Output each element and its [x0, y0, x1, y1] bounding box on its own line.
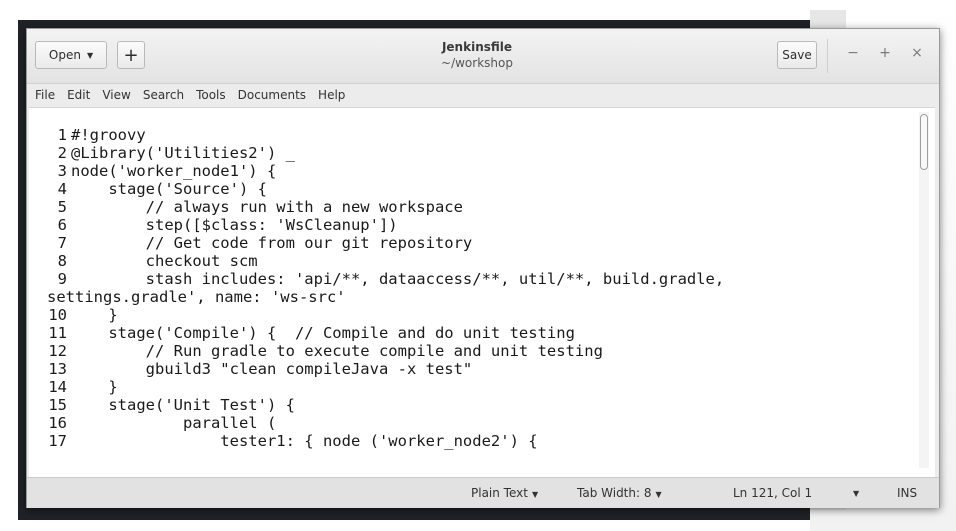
line-text: } — [71, 306, 118, 324]
chevron-down-icon: ▼ — [531, 490, 539, 499]
code-line: 10 } — [33, 306, 913, 324]
line-number: 10 — [48, 306, 67, 324]
window-title: Jenkinsfile ~/workshop — [327, 39, 627, 71]
line-number: 3 — [57, 162, 67, 180]
line-number: 4 — [57, 180, 67, 198]
line-text: tester1: { node ('worker_node2') { — [71, 432, 538, 450]
maximize-icon[interactable]: + — [875, 45, 895, 61]
document-title: Jenkinsfile — [441, 40, 513, 54]
scrollbar-thumb[interactable] — [920, 114, 928, 170]
line-text: parallel ( — [71, 414, 277, 432]
code-line: 14 } — [33, 378, 913, 396]
line-number: 11 — [48, 324, 67, 342]
text-editor[interactable]: 1 #!groovy 2 @Library('Utilities2') _ 3 node(… — [29, 107, 935, 478]
line-text: // Run gradle to execute compile and uni… — [71, 342, 603, 360]
line-text: settings.gradle', name: 'ws-src' — [47, 288, 346, 306]
line-text: gbuild3 "clean compileJava -x test" — [71, 360, 473, 378]
save-button[interactable]: Save — [777, 41, 817, 69]
gedit-window: Open ▼ + Jenkinsfile ~/workshop Save − +… — [26, 28, 940, 508]
line-text: checkout scm — [71, 252, 258, 270]
line-number: 2 — [57, 144, 67, 162]
open-button[interactable]: Open ▼ — [35, 41, 107, 69]
close-icon[interactable]: × — [907, 45, 927, 61]
line-number: 16 — [48, 414, 67, 432]
line-number: 1 — [57, 126, 67, 144]
line-text: // Get code from our git repository — [71, 234, 473, 252]
code-line: 2 @Library('Utilities2') _ — [33, 144, 913, 162]
tab-width-label: Tab Width: 8 — [577, 486, 652, 500]
line-number: 13 — [48, 360, 67, 378]
code-line: 16 parallel ( — [33, 414, 913, 432]
line-number: 17 — [48, 432, 67, 450]
menu-tools[interactable]: Tools — [196, 88, 226, 102]
menu-bar: File Edit View Search Tools Documents He… — [27, 84, 939, 106]
code-line: 11 stage('Compile') { // Compile and do … — [33, 324, 913, 342]
minimize-icon[interactable]: − — [843, 45, 863, 61]
cursor-position: Ln 121, Col 1 — [733, 486, 813, 500]
line-text: // always run with a new workspace — [71, 198, 463, 216]
chevron-down-icon: ▼ — [655, 490, 662, 499]
line-text: stage('Unit Test') { — [71, 396, 295, 414]
code-line: 6 step([$class: 'WsCleanup']) — [33, 216, 913, 234]
line-number: 8 — [57, 252, 67, 270]
line-text: } — [71, 378, 118, 396]
code-line: 9 stash includes: 'api/**, dataaccess/**… — [33, 270, 913, 288]
status-bar: Plain Text ▼ Tab Width: 8 ▼ Ln 121, Col 1 … — [27, 477, 939, 508]
titlebar-separator — [827, 39, 828, 73]
code-line: 13 gbuild3 "clean compileJava -x test" — [33, 360, 913, 378]
document-path: ~/workshop — [441, 56, 513, 70]
code-line: 12 // Run gradle to execute compile and … — [33, 342, 913, 360]
line-text: stage('Compile') { // Compile and do uni… — [71, 324, 575, 342]
menu-help[interactable]: Help — [318, 88, 345, 102]
code-view[interactable]: 1 #!groovy 2 @Library('Utilities2') _ 3 node(… — [33, 108, 913, 478]
line-text: step([$class: 'WsCleanup']) — [71, 216, 398, 234]
code-line: 3 node('worker_node1') { — [33, 162, 913, 180]
save-label: Save — [782, 48, 812, 62]
line-number: 7 — [57, 234, 67, 252]
line-number: 9 — [57, 270, 67, 288]
line-text: stage('Source') { — [71, 180, 267, 198]
vertical-scrollbar[interactable] — [919, 112, 929, 468]
code-line: 1 #!groovy — [33, 126, 913, 144]
code-line-wrapped: settings.gradle', name: 'ws-src' — [33, 288, 913, 306]
code-line: 7 // Get code from our git repository — [33, 234, 913, 252]
line-text: stash includes: 'api/**, dataaccess/**, … — [71, 270, 725, 288]
line-text: node('worker_node1') { — [71, 162, 277, 180]
line-number: 5 — [57, 198, 67, 216]
chevron-down-icon: ▼ — [86, 50, 94, 60]
line-number: 15 — [48, 396, 67, 414]
plus-icon: + — [123, 44, 139, 66]
code-line: 4 stage('Source') { — [33, 180, 913, 198]
language-label: Plain Text — [471, 486, 528, 500]
menu-file[interactable]: File — [35, 88, 55, 102]
language-selector[interactable]: Plain Text ▼ — [471, 486, 538, 500]
open-label: Open — [48, 48, 81, 62]
line-text: @Library('Utilities2') _ — [71, 144, 295, 162]
menu-edit[interactable]: Edit — [67, 88, 90, 102]
menu-search[interactable]: Search — [143, 88, 184, 102]
line-number: 14 — [48, 378, 67, 396]
code-line: 15 stage('Unit Test') { — [33, 396, 913, 414]
line-text: #!groovy — [71, 126, 146, 144]
tab-width-selector[interactable]: Tab Width: 8 ▼ — [577, 486, 662, 500]
menu-view[interactable]: View — [102, 88, 130, 102]
code-line: 5 // always run with a new workspace — [33, 198, 913, 216]
code-line: 17 tester1: { node ('worker_node2') { — [33, 432, 913, 450]
new-document-button[interactable]: + — [117, 41, 145, 69]
chevron-down-icon[interactable]: ▼ — [853, 489, 859, 498]
insert-mode: INS — [897, 486, 918, 500]
code-line: 8 checkout scm — [33, 252, 913, 270]
menu-documents[interactable]: Documents — [238, 88, 306, 102]
line-number: 6 — [57, 216, 67, 234]
titlebar: Open ▼ + Jenkinsfile ~/workshop Save − +… — [27, 29, 939, 84]
line-number: 12 — [48, 342, 67, 360]
